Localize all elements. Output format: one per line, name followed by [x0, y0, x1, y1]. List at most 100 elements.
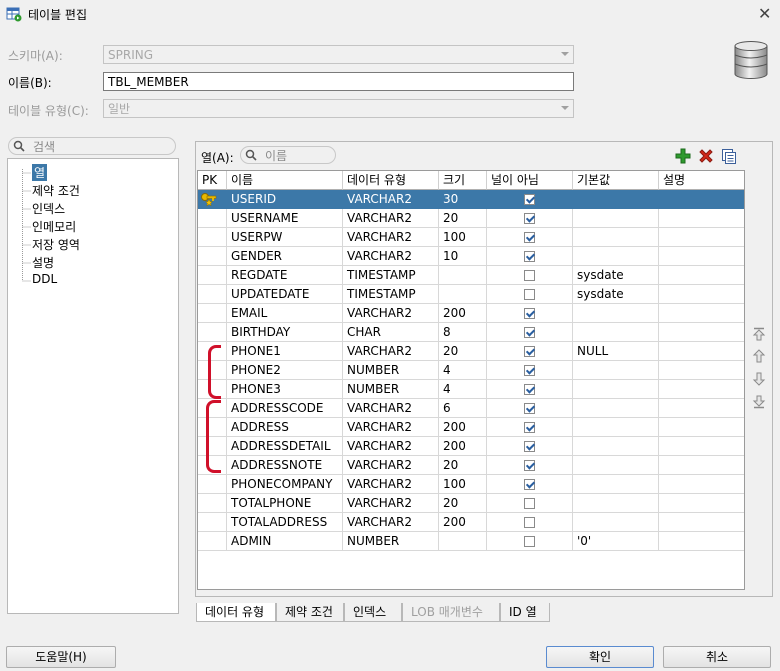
add-column-icon[interactable]: [675, 148, 691, 164]
tab-identity-column[interactable]: ID 열: [500, 603, 550, 622]
table-row[interactable]: PHONE2 NUMBER 4: [198, 361, 744, 380]
cell-notnull[interactable]: [487, 399, 573, 418]
cell-type[interactable]: NUMBER: [343, 361, 439, 380]
cell-notnull[interactable]: [487, 418, 573, 437]
cell-default[interactable]: [573, 190, 659, 209]
cell-size[interactable]: [439, 266, 487, 285]
cell-default[interactable]: NULL: [573, 342, 659, 361]
table-name-input[interactable]: TBL_MEMBER: [103, 72, 574, 91]
not-null-checkbox[interactable]: [524, 270, 535, 281]
cell-size[interactable]: 30: [439, 190, 487, 209]
cell-size[interactable]: 200: [439, 513, 487, 532]
table-row[interactable]: USERID VARCHAR2 30: [198, 190, 744, 209]
cell-name[interactable]: TOTALADDRESS: [227, 513, 343, 532]
cell-pk[interactable]: [198, 513, 227, 532]
not-null-checkbox[interactable]: [524, 308, 535, 319]
tab-data-type[interactable]: 데이터 유형: [196, 603, 276, 622]
cell-type[interactable]: VARCHAR2: [343, 342, 439, 361]
cell-name[interactable]: ADDRESSDETAIL: [227, 437, 343, 456]
not-null-checkbox[interactable]: [524, 460, 535, 471]
cell-desc[interactable]: [659, 380, 744, 399]
tree-item-storage[interactable]: 저장 영역: [32, 236, 80, 253]
cell-default[interactable]: [573, 475, 659, 494]
cell-size[interactable]: 4: [439, 361, 487, 380]
cell-size[interactable]: 20: [439, 209, 487, 228]
delete-column-icon[interactable]: [698, 148, 714, 164]
cell-size[interactable]: 10: [439, 247, 487, 266]
cell-desc[interactable]: [659, 456, 744, 475]
tree-item-columns[interactable]: 열: [32, 164, 48, 181]
cell-type[interactable]: VARCHAR2: [343, 399, 439, 418]
cell-name[interactable]: ADDRESS: [227, 418, 343, 437]
cell-name[interactable]: USERNAME: [227, 209, 343, 228]
cell-default[interactable]: [573, 513, 659, 532]
close-icon[interactable]: ✕: [758, 4, 771, 23]
cell-pk[interactable]: [198, 494, 227, 513]
cell-notnull[interactable]: [487, 532, 573, 551]
tree-item-ddl[interactable]: DDL: [32, 272, 57, 286]
cell-type[interactable]: VARCHAR2: [343, 513, 439, 532]
cell-desc[interactable]: [659, 285, 744, 304]
table-row[interactable]: USERPW VARCHAR2 100: [198, 228, 744, 247]
cell-type[interactable]: VARCHAR2: [343, 475, 439, 494]
cell-desc[interactable]: [659, 532, 744, 551]
cell-name[interactable]: USERPW: [227, 228, 343, 247]
header-default[interactable]: 기본값: [573, 171, 659, 190]
cell-desc[interactable]: [659, 399, 744, 418]
cell-type[interactable]: VARCHAR2: [343, 247, 439, 266]
not-null-checkbox[interactable]: [524, 498, 535, 509]
cell-default[interactable]: [573, 209, 659, 228]
cell-desc[interactable]: [659, 266, 744, 285]
cell-type[interactable]: CHAR: [343, 323, 439, 342]
header-name[interactable]: 이름: [227, 171, 343, 190]
cell-desc[interactable]: [659, 228, 744, 247]
tab-constraints[interactable]: 제약 조건: [276, 603, 344, 622]
cell-size[interactable]: [439, 285, 487, 304]
not-null-checkbox[interactable]: [524, 213, 535, 224]
table-row[interactable]: ADDRESS VARCHAR2 200: [198, 418, 744, 437]
cell-size[interactable]: 200: [439, 304, 487, 323]
cell-desc[interactable]: [659, 247, 744, 266]
cell-pk[interactable]: [198, 266, 227, 285]
cell-type[interactable]: VARCHAR2: [343, 418, 439, 437]
cell-name[interactable]: ADDRESSNOTE: [227, 456, 343, 475]
cell-default[interactable]: sysdate: [573, 266, 659, 285]
cell-notnull[interactable]: [487, 494, 573, 513]
header-comment[interactable]: 설명: [659, 171, 744, 190]
table-row[interactable]: USERNAME VARCHAR2 20: [198, 209, 744, 228]
not-null-checkbox[interactable]: [524, 327, 535, 338]
cancel-button[interactable]: 취소: [663, 646, 771, 668]
cell-name[interactable]: REGDATE: [227, 266, 343, 285]
move-top-icon[interactable]: [752, 327, 766, 341]
cell-size[interactable]: 20: [439, 494, 487, 513]
tree-item-comment[interactable]: 설명: [32, 254, 54, 271]
table-row[interactable]: ADDRESSNOTE VARCHAR2 20: [198, 456, 744, 475]
cell-default[interactable]: [573, 494, 659, 513]
cell-notnull[interactable]: [487, 437, 573, 456]
not-null-checkbox[interactable]: [524, 194, 535, 205]
cell-size[interactable]: 8: [439, 323, 487, 342]
cell-name[interactable]: UPDATEDATE: [227, 285, 343, 304]
cell-desc[interactable]: [659, 475, 744, 494]
cell-notnull[interactable]: [487, 266, 573, 285]
cell-type[interactable]: VARCHAR2: [343, 456, 439, 475]
move-down-icon[interactable]: [752, 372, 766, 386]
cell-pk[interactable]: [198, 247, 227, 266]
tree-search-input[interactable]: 검색: [8, 137, 176, 155]
cell-default[interactable]: [573, 399, 659, 418]
cell-type[interactable]: VARCHAR2: [343, 494, 439, 513]
header-not-null[interactable]: 널이 아님: [487, 171, 573, 190]
cell-size[interactable]: 200: [439, 437, 487, 456]
cell-default[interactable]: sysdate: [573, 285, 659, 304]
cell-size[interactable]: 200: [439, 418, 487, 437]
cell-default[interactable]: [573, 228, 659, 247]
cell-default[interactable]: [573, 456, 659, 475]
cell-default[interactable]: [573, 380, 659, 399]
not-null-checkbox[interactable]: [524, 441, 535, 452]
not-null-checkbox[interactable]: [524, 384, 535, 395]
cell-name[interactable]: ADMIN: [227, 532, 343, 551]
cell-name[interactable]: TOTALPHONE: [227, 494, 343, 513]
not-null-checkbox[interactable]: [524, 289, 535, 300]
cell-desc[interactable]: [659, 437, 744, 456]
cell-pk[interactable]: [198, 304, 227, 323]
